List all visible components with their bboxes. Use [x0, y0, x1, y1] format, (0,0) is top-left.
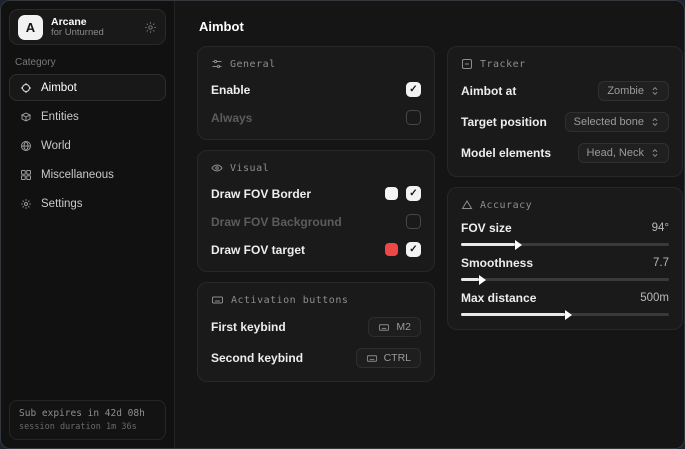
brand-card: A Arcane for Unturned — [9, 9, 166, 45]
fov-background-label: Draw FOV Background — [211, 215, 342, 229]
aimbot-at-label: Aimbot at — [461, 84, 516, 98]
sidebar-nav: Aimbot Entities World Miscellaneous — [1, 74, 174, 217]
max-distance-slider[interactable] — [461, 313, 669, 316]
card-title: Visual — [230, 163, 269, 174]
sidebar-item-label: Miscellaneous — [41, 169, 114, 181]
sidebar-item-label: Aimbot — [41, 82, 77, 94]
aimbot-at-select[interactable]: Zombie — [598, 81, 669, 101]
smoothness-value: 7.7 — [653, 257, 669, 269]
model-elements-value: Head, Neck — [587, 147, 644, 159]
target-position-label: Target position — [461, 115, 547, 129]
fov-size-value: 94° — [652, 222, 669, 234]
visual-card: Visual Draw FOV Border Draw FOV Backgrou… — [197, 150, 435, 272]
sidebar-item-label: World — [41, 140, 71, 152]
fov-target-label: Draw FOV target — [211, 243, 305, 257]
globe-icon — [20, 140, 32, 152]
aimbot-at-value: Zombie — [607, 85, 644, 97]
sliders-icon — [211, 58, 223, 70]
fov-border-label: Draw FOV Border — [211, 187, 311, 201]
settings-gear-icon — [20, 198, 32, 210]
app-window: A Arcane for Unturned Category Aimbot — [0, 0, 685, 449]
first-keybind-value: M2 — [396, 321, 411, 333]
fov-size-slider-fill — [461, 243, 515, 246]
card-title: Activation buttons — [231, 295, 348, 306]
keyboard-icon — [378, 322, 390, 333]
second-keybind-button[interactable]: CTRL — [356, 348, 421, 368]
smoothness-slider-fill — [461, 278, 479, 281]
smoothness-label: Smoothness — [461, 256, 533, 270]
card-title: General — [230, 59, 276, 70]
sidebar-item-label: Settings — [41, 198, 83, 210]
activation-card: Activation buttons First keybind M2 Seco… — [197, 282, 435, 382]
accuracy-card: Accuracy FOV size 94° Smoothness — [447, 187, 683, 330]
always-label: Always — [211, 111, 252, 125]
sub-expiry-text: Sub expires in 42d 08h — [19, 408, 156, 419]
max-distance-slider-fill — [461, 313, 565, 316]
page-title: Aimbot — [199, 19, 683, 34]
general-card: General Enable Always — [197, 46, 435, 140]
target-position-select[interactable]: Selected bone — [565, 112, 669, 132]
model-elements-label: Model elements — [461, 146, 551, 160]
scan-box-icon — [461, 58, 473, 70]
chevrons-up-down-icon — [650, 117, 660, 127]
brand-name: Arcane — [51, 16, 104, 28]
model-elements-select[interactable]: Head, Neck — [578, 143, 669, 163]
session-duration-text: session duration 1m 36s — [19, 422, 156, 432]
target-position-value: Selected bone — [574, 116, 644, 128]
tracker-card: Tracker Aimbot at Zombie Target position — [447, 46, 683, 177]
card-title: Accuracy — [480, 200, 532, 211]
entities-icon — [20, 111, 32, 123]
sidebar-item-aimbot[interactable]: Aimbot — [9, 74, 166, 101]
keyboard-icon — [366, 353, 378, 364]
category-label: Category — [15, 57, 160, 68]
card-title: Tracker — [480, 59, 526, 70]
chevrons-up-down-icon — [650, 148, 660, 158]
triangle-icon — [461, 199, 473, 211]
fov-background-checkbox[interactable] — [406, 214, 421, 229]
main-content: Aimbot General Enable — [175, 1, 685, 448]
chevrons-up-down-icon — [650, 86, 660, 96]
keyboard-icon — [211, 294, 224, 306]
gear-icon[interactable] — [144, 21, 157, 34]
fov-size-slider[interactable] — [461, 243, 669, 246]
sidebar: A Arcane for Unturned Category Aimbot — [1, 1, 175, 448]
fov-border-checkbox[interactable] — [406, 186, 421, 201]
brand-logo: A — [18, 15, 43, 40]
sidebar-item-entities[interactable]: Entities — [9, 103, 166, 130]
fov-target-checkbox[interactable] — [406, 242, 421, 257]
subscription-status-box: Sub expires in 42d 08h session duration … — [9, 400, 166, 440]
always-checkbox[interactable] — [406, 110, 421, 125]
first-keybind-label: First keybind — [211, 320, 286, 334]
sidebar-item-settings[interactable]: Settings — [9, 190, 166, 217]
max-distance-label: Max distance — [461, 291, 536, 305]
second-keybind-label: Second keybind — [211, 351, 303, 365]
second-keybind-value: CTRL — [384, 352, 411, 364]
max-distance-value: 500m — [640, 292, 669, 304]
fov-size-label: FOV size — [461, 221, 512, 235]
fov-border-color-swatch[interactable] — [385, 187, 398, 200]
smoothness-slider[interactable] — [461, 278, 669, 281]
grid-icon — [20, 169, 32, 181]
fov-target-color-swatch[interactable] — [385, 243, 398, 256]
enable-label: Enable — [211, 83, 250, 97]
sidebar-item-miscellaneous[interactable]: Miscellaneous — [9, 161, 166, 188]
first-keybind-button[interactable]: M2 — [368, 317, 421, 337]
enable-checkbox[interactable] — [406, 82, 421, 97]
sidebar-item-world[interactable]: World — [9, 132, 166, 159]
brand-subtitle: for Unturned — [51, 28, 104, 39]
crosshair-icon — [20, 82, 32, 94]
sidebar-item-label: Entities — [41, 111, 79, 123]
eye-icon — [211, 162, 223, 174]
